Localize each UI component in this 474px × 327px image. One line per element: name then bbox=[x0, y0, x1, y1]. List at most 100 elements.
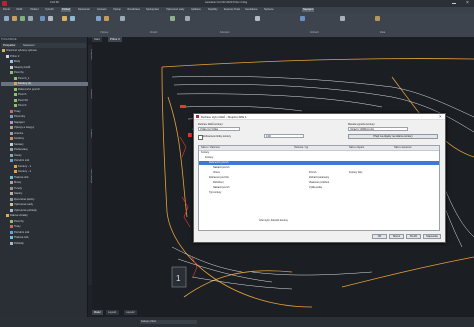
tab-vizualizace[interactable]: Vizualizace bbox=[127, 8, 140, 12]
tree-item[interactable]: Povrch_1 bbox=[1, 76, 99, 81]
ribbon-button-5[interactable] bbox=[40, 16, 45, 21]
tree-item[interactable]: Výkresové sady bbox=[1, 203, 95, 207]
help-button[interactable]: Nápověda bbox=[423, 234, 441, 239]
ribbon-button-12[interactable] bbox=[170, 16, 175, 21]
ribbon-button-4[interactable] bbox=[28, 16, 33, 21]
doc-tab-start[interactable]: Start bbox=[92, 37, 102, 42]
tree-item[interactable]: Trasy bbox=[1, 109, 95, 114]
ribbon-button-15[interactable] bbox=[300, 16, 305, 21]
tree-item[interactable]: Podsestavy bbox=[1, 148, 95, 152]
tree-item[interactable]: Zpevněné plochy bbox=[1, 197, 95, 202]
minimize-icon[interactable] bbox=[452, 3, 456, 4]
tab-vlozeni[interactable]: Vložení bbox=[30, 8, 39, 12]
goto-objects-button[interactable]: Přejít na objekty na stránce kontury bbox=[348, 134, 438, 139]
tree-item[interactable]: Povrchy bbox=[1, 219, 95, 224]
tree-item[interactable]: Kontury (1) bbox=[1, 82, 99, 87]
tree-item[interactable]: Hranice bbox=[1, 131, 95, 136]
tree-item[interactable]: Referenční povrch bbox=[1, 87, 99, 92]
tab-vlozit[interactable]: Vložit bbox=[16, 8, 22, 12]
tree-item[interactable]: Mosty bbox=[1, 181, 95, 185]
ok-button[interactable]: OK bbox=[372, 234, 387, 239]
tree-item[interactable]: Pribor 2 bbox=[1, 54, 91, 59]
tree-item[interactable]: Povrch bbox=[1, 104, 99, 108]
ribbon-button-8[interactable] bbox=[70, 16, 75, 21]
doc-tab-pribor[interactable]: Pribor 2 bbox=[108, 37, 122, 42]
tree-item[interactable]: Body bbox=[1, 60, 95, 64]
grid-row[interactable]: Typ kontury bbox=[199, 191, 439, 195]
tab-vykresove-sady[interactable]: Výkresové sady bbox=[166, 8, 184, 12]
close-icon[interactable]: × bbox=[466, 0, 469, 6]
toolspace-tab-nastaveni[interactable]: Nastavení bbox=[23, 43, 35, 48]
ribbon-button-7[interactable] bbox=[62, 16, 67, 21]
cancel-button[interactable]: Storno bbox=[389, 234, 404, 239]
tree-item[interactable]: Potrubní sítě bbox=[1, 159, 95, 163]
ribbon-button-6[interactable] bbox=[48, 16, 53, 21]
tree-item[interactable]: Kontury - 1 bbox=[1, 164, 99, 169]
tab-spravovat[interactable]: Spravovat bbox=[78, 8, 90, 12]
grid-row[interactable]: Zobrazení povrchu Zobrazit parametry bbox=[199, 176, 439, 180]
ribbon-button-14[interactable] bbox=[255, 16, 260, 21]
tree-item[interactable]: Koridory bbox=[1, 137, 95, 141]
tab-geolokace[interactable]: Geolokace bbox=[245, 8, 257, 12]
tree-item[interactable]: Potrubní sítě bbox=[1, 230, 95, 235]
tree-item[interactable]: Tunely bbox=[1, 186, 95, 191]
grid-row[interactable]: Kontury bbox=[199, 151, 439, 155]
tree-item[interactable]: Pozemky bbox=[1, 115, 95, 119]
tree-item[interactable]: Úseky bbox=[1, 153, 95, 158]
definition-select[interactable]: Výška (m) Výška bbox=[198, 127, 240, 131]
grid-row[interactable]: Vrstva Povrch Kontury čáry bbox=[199, 171, 439, 175]
offset-field[interactable]: 0.00 bbox=[264, 134, 304, 138]
grid-row[interactable]: Rozložení Vlastnost rozložení bbox=[199, 181, 439, 185]
tree-item[interactable]: Napojení bbox=[1, 120, 95, 125]
ribbon-button-10[interactable] bbox=[104, 16, 109, 21]
dialog-close-icon[interactable]: × bbox=[439, 114, 442, 120]
ribbon-button-1[interactable] bbox=[4, 16, 9, 21]
ribbon-button-17[interactable] bbox=[375, 16, 380, 21]
grid-row[interactable]: Referenční povrch bbox=[199, 161, 439, 165]
tab-express-tools[interactable]: Express Tools bbox=[224, 8, 240, 12]
command-line-input[interactable]: Zadejte příkaz bbox=[140, 320, 197, 324]
tab-aplikace[interactable]: Aplikace bbox=[191, 8, 201, 12]
tab-pohled[interactable]: Pohled bbox=[61, 8, 72, 12]
tree-item[interactable]: Tlakové sítě bbox=[1, 175, 95, 180]
tab-spravce[interactable]: Správce bbox=[264, 8, 274, 12]
quick-access-label[interactable]: Civil 3D bbox=[50, 1, 59, 4]
ribbon-button-9[interactable] bbox=[96, 16, 101, 21]
apply-button[interactable]: Použít bbox=[406, 234, 421, 239]
grid-row[interactable]: Nastavit povrch Výška podle bbox=[199, 186, 439, 190]
layout-tab-model[interactable]: Model bbox=[92, 310, 103, 315]
layout-tab-2[interactable]: Layout2 bbox=[124, 310, 137, 315]
tab-doplnky[interactable]: Doplňky bbox=[208, 8, 217, 12]
layout-tab-1[interactable]: Layout1 bbox=[106, 310, 119, 315]
tree-item[interactable]: Otevřené výkresy výkresu bbox=[1, 49, 87, 53]
tree-item[interactable]: Tlakové sítě bbox=[1, 236, 95, 240]
tree-item[interactable]: Povrch2 bbox=[1, 98, 99, 103]
tab-anotace[interactable]: Anotace bbox=[97, 8, 107, 12]
tab-napojeni[interactable]: Napojení bbox=[302, 8, 315, 12]
tree-item[interactable]: Stavby bbox=[1, 192, 95, 196]
tree-item[interactable]: Sestavy bbox=[1, 142, 95, 147]
tree-item[interactable]: Skupiny bodů bbox=[1, 65, 95, 70]
tree-item[interactable]: Povrchy bbox=[1, 71, 95, 75]
tree-item[interactable]: Kontury - 2 bbox=[1, 170, 99, 174]
tree-item[interactable]: Trasy bbox=[1, 225, 95, 229]
tree-item[interactable]: Datové zkratky bbox=[1, 214, 91, 218]
tab-vytvorit[interactable]: Vytvořit bbox=[45, 8, 54, 12]
ribbon-button-11[interactable] bbox=[120, 16, 125, 21]
grid-row[interactable]: Kontury bbox=[199, 156, 439, 160]
tab-domu[interactable]: Domů bbox=[3, 8, 10, 12]
grid-row[interactable]: Nastavit povrch bbox=[199, 166, 439, 170]
tree-item[interactable]: Výkopy a zásypy bbox=[1, 126, 95, 130]
ribbon-button-16[interactable] bbox=[340, 16, 345, 21]
tree-item[interactable]: Pohledy bbox=[1, 241, 95, 246]
tab-vystup[interactable]: Výstup bbox=[113, 8, 121, 12]
ribbon-button-2[interactable] bbox=[12, 16, 17, 21]
toolspace-tab-prospektor[interactable]: Prospektor bbox=[3, 43, 16, 48]
tree-item[interactable]: Výkresové pohledy bbox=[1, 208, 95, 213]
tab-spoluprace[interactable]: Spolupráce bbox=[146, 8, 159, 12]
app-logo-icon[interactable] bbox=[2, 1, 7, 6]
calc-method-select[interactable]: Upravit z přibližné kóty bbox=[348, 127, 408, 131]
tree-item[interactable]: Povrch bbox=[1, 93, 99, 97]
ribbon-button-13[interactable] bbox=[185, 16, 190, 21]
ribbon-button-3[interactable] bbox=[20, 16, 25, 21]
